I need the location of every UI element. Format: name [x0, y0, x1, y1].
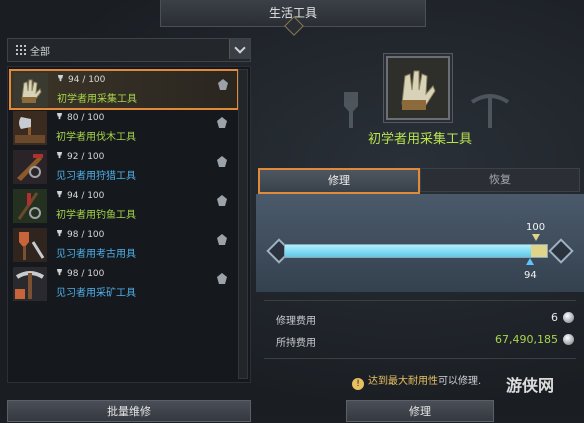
category-filter-dropdown[interactable]: 全部 [7, 38, 251, 62]
durability-text: 98 / 100 [56, 269, 104, 279]
durability-text: 94 / 100 [57, 75, 105, 85]
selected-tool-icon [386, 56, 450, 120]
max-marker-icon [532, 234, 540, 241]
tab-restore[interactable]: 恢复 [420, 168, 580, 192]
durability-text: 94 / 100 [56, 191, 104, 201]
rank-icon [218, 79, 228, 90]
list-item[interactable]: 80 / 100 初学者用伐木工具 [10, 109, 236, 146]
axe-icon [13, 111, 47, 145]
grid-icon [16, 45, 26, 55]
max-durability-label: 100 [526, 222, 546, 233]
tool-name: 初学者用采集工具 [57, 94, 137, 105]
tab-repair[interactable]: 修理 [258, 168, 420, 194]
rank-icon [217, 195, 227, 206]
silver-coin-icon [563, 334, 574, 345]
tool-list: 94 / 100 初学者用采集工具 80 / 100 初学者用伐木工具 92 /… [7, 66, 251, 383]
rank-icon [217, 156, 227, 167]
owned-funds-label: 所持费用 [276, 338, 316, 349]
list-item[interactable]: 98 / 100 见习者用考古用具 [10, 226, 236, 263]
tool-name: 初学者用钓鱼工具 [56, 210, 136, 221]
window-title-bar: 生活工具 [160, 0, 426, 36]
repair-cost-label: 修理费用 [276, 316, 316, 327]
tool-name: 见习者用采矿工具 [56, 288, 136, 299]
rank-icon [217, 234, 227, 245]
fishing-rod-icon [13, 189, 47, 223]
list-scrollbar[interactable] [238, 69, 248, 379]
filter-selected-value: 全部 [30, 47, 50, 58]
rank-icon [217, 117, 227, 128]
bulk-repair-button[interactable]: 批量维修 [7, 400, 251, 422]
repair-cost-value: 6 [551, 311, 558, 324]
warning-icon: ! [352, 378, 364, 390]
divider [264, 300, 576, 301]
gauge-fill-repairable [531, 245, 547, 257]
watermark-logo: 游侠网 [506, 376, 555, 395]
durability-gauge: 100 94 [256, 194, 584, 292]
gloves-icon [388, 58, 448, 118]
owned-funds-value: 67,490,185 [495, 333, 558, 346]
repair-notice: ! 达到最大耐用性可以修理. [352, 372, 481, 390]
list-item[interactable]: 94 / 100 初学者用钓鱼工具 [10, 187, 236, 224]
cost-table: 修理费用 6 所持费用 67,490,185 [264, 308, 576, 352]
selected-tool-title: 初学者用采集工具 [367, 132, 472, 147]
gauge-track [284, 244, 548, 258]
pickaxe-icon [13, 267, 47, 301]
owned-funds-row: 所持费用 67,490,185 [264, 330, 576, 352]
tool-detail-panel: 初学者用采集工具 修理 恢复 100 94 修理费用 6 所持费用 67,490… [256, 38, 584, 422]
list-item[interactable]: 92 / 100 见习者用狩猎工具 [10, 148, 236, 185]
tool-name: 初学者用伐木工具 [56, 132, 136, 143]
rank-icon [217, 273, 227, 284]
divider [264, 358, 576, 359]
action-tabs: 修理 恢复 [258, 168, 580, 194]
shovel-icon [13, 228, 47, 262]
gloves-icon [14, 73, 48, 107]
chevron-down-icon[interactable] [229, 39, 250, 59]
list-item[interactable]: 98 / 100 见习者用采矿工具 [10, 265, 236, 302]
tool-name: 见习者用考古用具 [56, 249, 136, 260]
tool-name: 见习者用狩猎工具 [56, 171, 136, 182]
silver-coin-icon [563, 312, 574, 323]
current-marker-icon [526, 258, 534, 265]
current-durability-label: 94 [524, 270, 537, 281]
gauge-fill-current [285, 245, 531, 257]
gauge-right-cap-icon [548, 238, 574, 264]
pickaxe-silhouette-icon [470, 94, 510, 128]
durability-text: 98 / 100 [56, 230, 104, 240]
durability-text: 80 / 100 [56, 113, 104, 123]
repair-button[interactable]: 修理 [346, 400, 494, 422]
shovel-silhouette-icon [344, 92, 358, 128]
musket-icon [13, 150, 47, 184]
durability-text: 92 / 100 [56, 152, 104, 162]
tool-list-panel: 全部 94 / 100 初学者用采集工具 80 / 100 初学者用伐木工具 9… [3, 38, 251, 422]
list-item[interactable]: 94 / 100 初学者用采集工具 [9, 69, 239, 110]
repair-cost-row: 修理费用 6 [264, 308, 576, 330]
